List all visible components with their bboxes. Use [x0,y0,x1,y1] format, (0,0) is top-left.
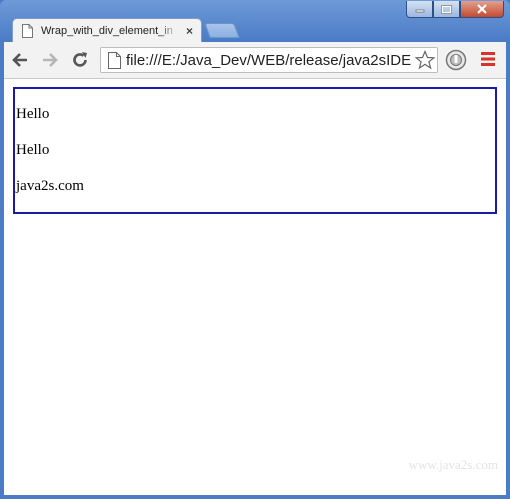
page-icon [22,24,33,43]
browser-window: Wrap_with_div_element_in × file:///E:/Ja… [0,0,510,499]
back-icon [12,53,27,67]
toolbar: file:///E:/Java_Dev/WEB/release/java2sID… [4,42,506,79]
paragraph: Hello [16,142,50,158]
new-tab-button[interactable] [204,23,240,38]
forward-icon [43,53,58,67]
tab-active[interactable]: Wrap_with_div_element_in × [12,18,202,43]
wrapper-div: Hello Hello java2s.com [13,87,497,214]
menu-icon[interactable] [480,51,496,72]
maximize-button[interactable] [433,1,460,18]
window-controls [406,1,504,18]
url-text[interactable]: file:///E:/Java_Dev/WEB/release/java2sID… [126,52,414,69]
page-content: Hello Hello java2s.com www.java2s.com [4,79,506,495]
tab-title: Wrap_with_div_element_in [41,25,173,37]
forward-button[interactable] [40,50,60,70]
minimize-icon [415,9,424,13]
close-icon [477,4,487,14]
tab-close-button[interactable]: × [186,25,193,37]
minimize-button[interactable] [406,1,433,18]
extension-icon[interactable] [445,49,467,76]
paragraph: Hello [16,106,50,122]
reload-icon [73,52,87,67]
title-bar: Wrap_with_div_element_in × [0,0,510,43]
back-button[interactable] [10,50,30,70]
address-bar[interactable]: file:///E:/Java_Dev/WEB/release/java2sID… [100,47,438,73]
paragraph: java2s.com [16,178,84,194]
reload-button[interactable] [70,50,90,70]
watermark: www.java2s.com [408,457,498,472]
page-icon [108,52,121,74]
maximize-icon [441,4,452,14]
bookmark-star-icon[interactable] [414,49,436,75]
close-window-button[interactable] [460,1,504,18]
